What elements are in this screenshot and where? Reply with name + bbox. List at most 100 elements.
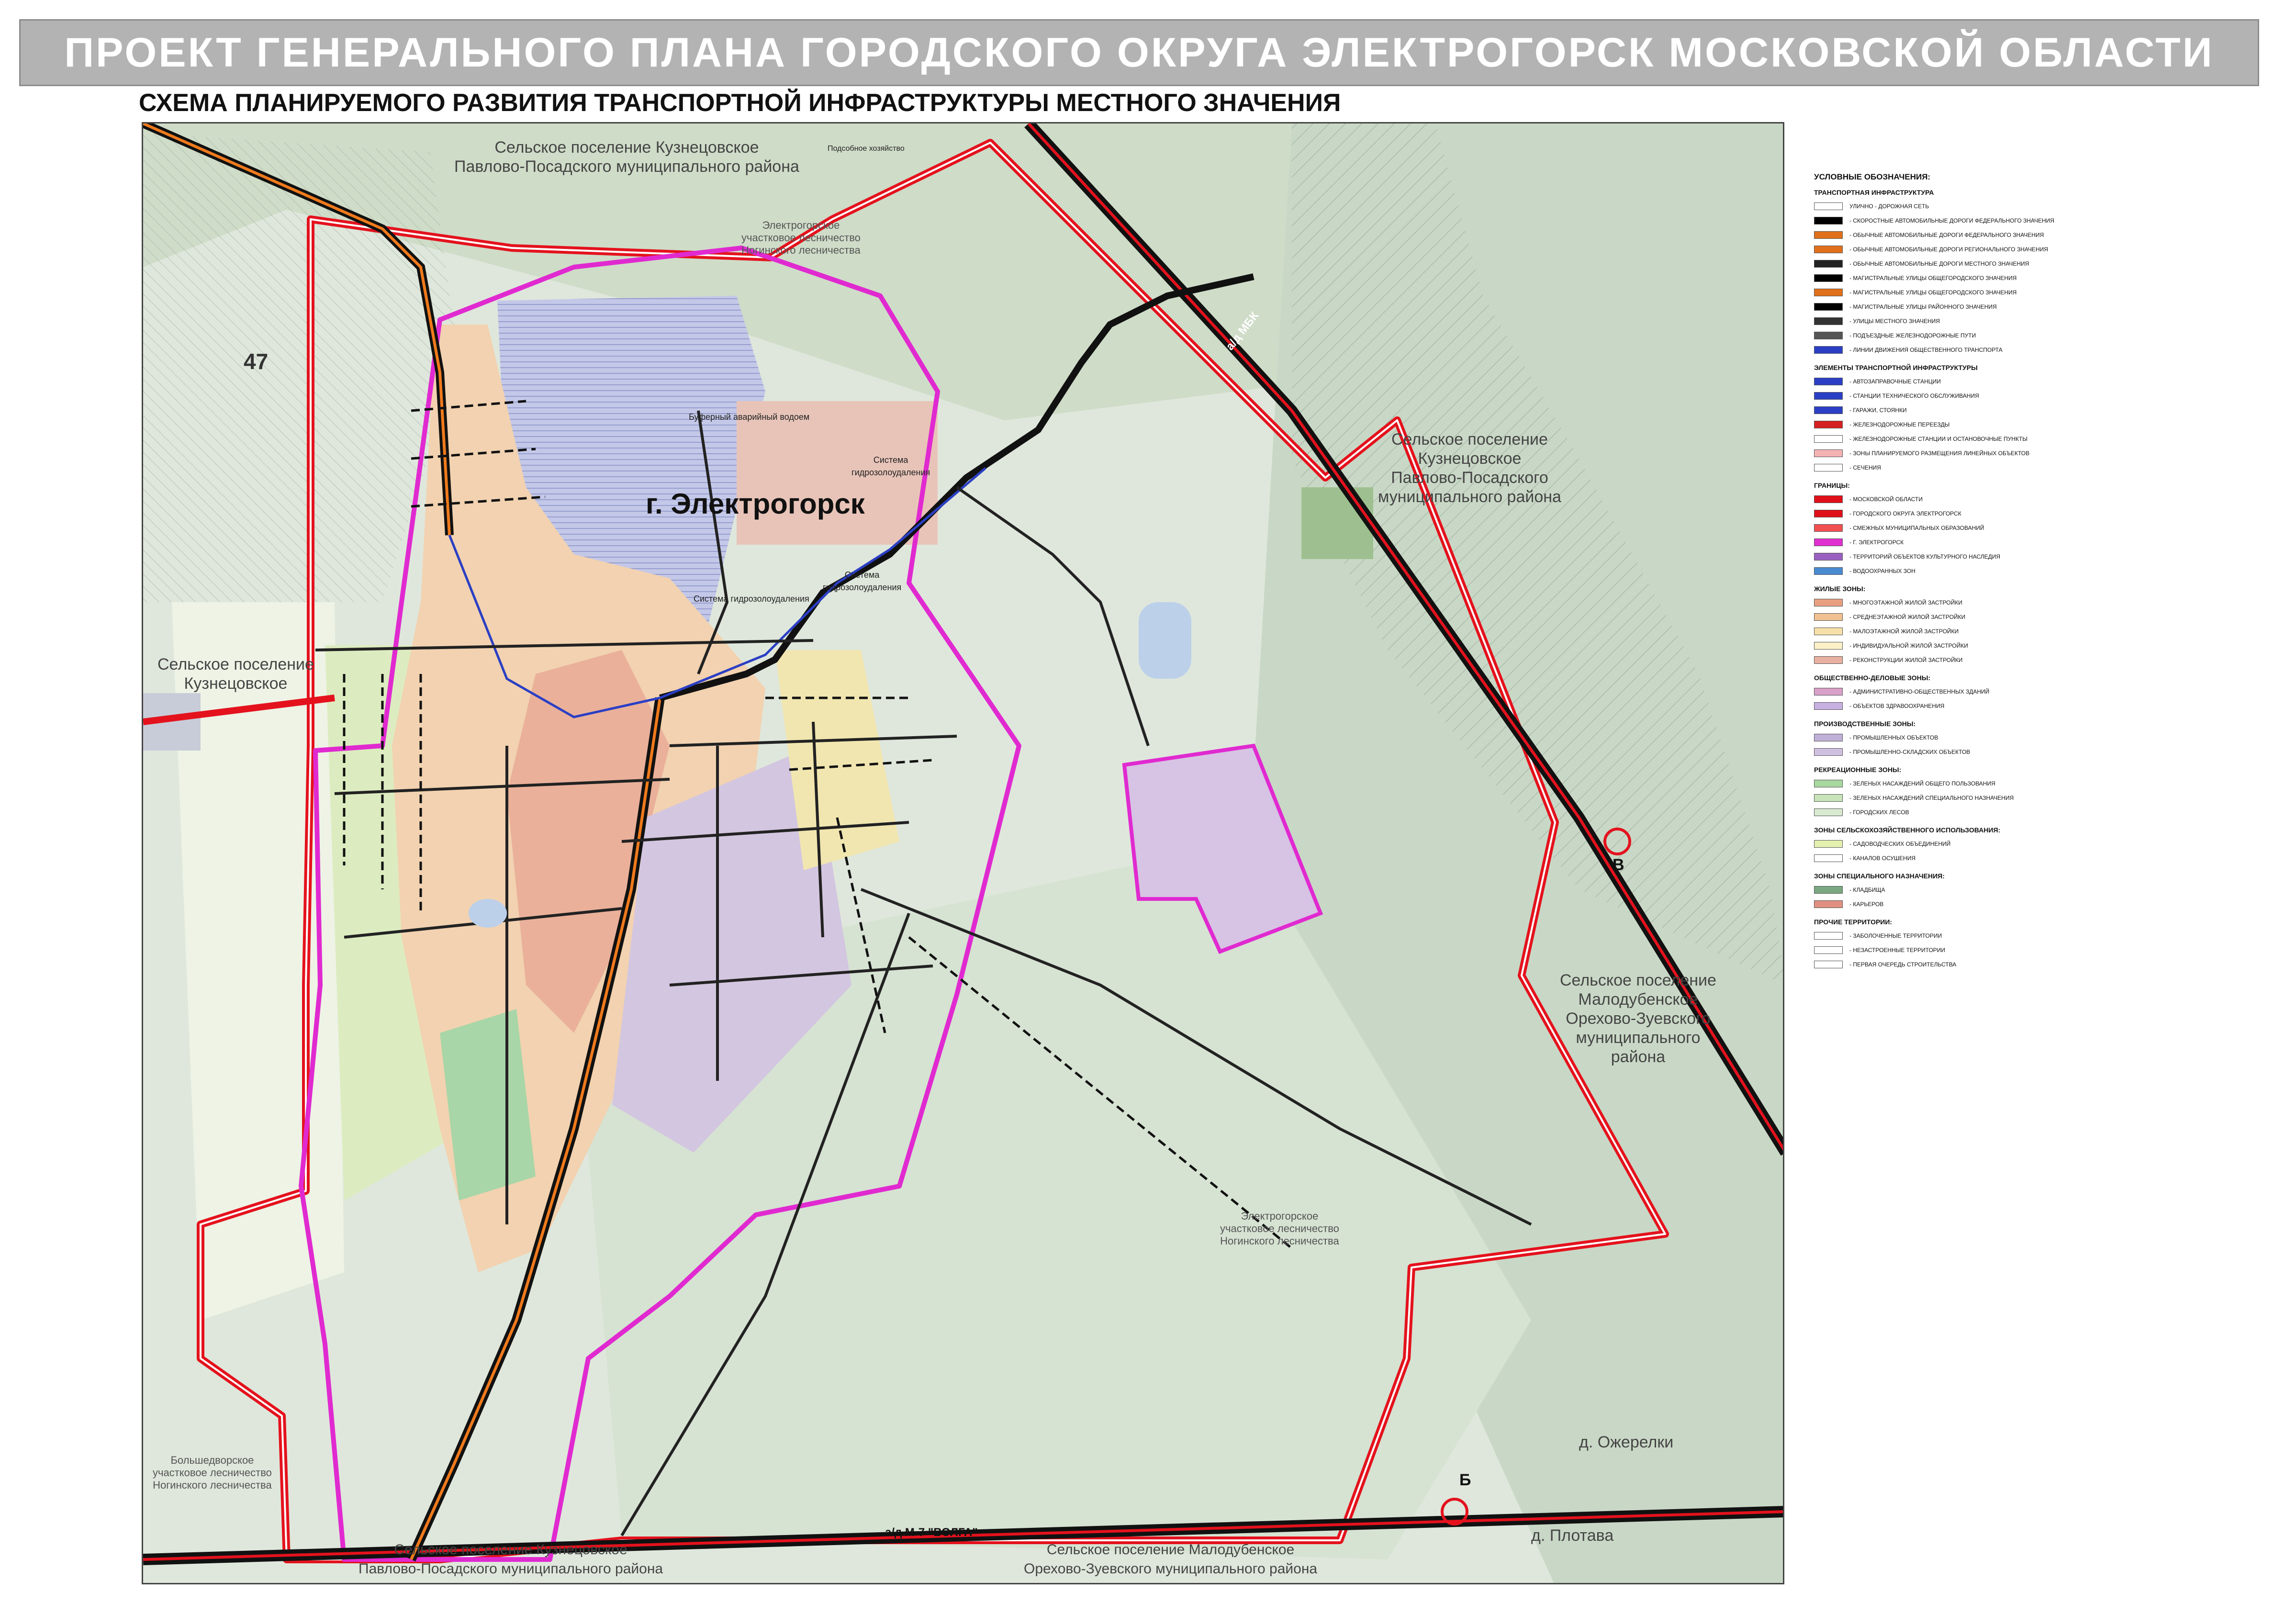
legend-swatch [1814, 599, 1843, 606]
legend-item: - ГАРАЖИ, СТОЯНКИ [1814, 403, 2274, 417]
legend-swatch [1814, 854, 1843, 862]
legend-item: - КАНАЛОВ ОСУШЕНИЯ [1814, 851, 2274, 865]
legend-section-title: ТРАНСПОРТНАЯ ИНФРАСТРУКТУРА [1814, 189, 1934, 196]
legend-item: - ЗЕЛЕНЫХ НАСАЖДЕНИЙ ОБЩЕГО ПОЛЬЗОВАНИЯ [1814, 776, 2274, 791]
label-farm: Подсобное хозяйство [828, 145, 905, 153]
legend-item-label: - ЖЕЛЕЗНОДОРОЖНЫЕ ПЕРЕЕЗДЫ [1849, 421, 1950, 428]
label-ozherelki: д. Ожерелки [1579, 1433, 1674, 1451]
label-malodubenskoe-right: Сельское поселение Малодубенское Орехово… [1560, 971, 1716, 1066]
legend-swatch [1814, 886, 1843, 894]
legend-item: - МАГИСТРАЛЬНЫЕ УЛИЦЫ ОБЩЕГОРОДСКОГО ЗНА… [1814, 271, 2274, 285]
label-hydro-3: Система гидрозолоудаления [823, 570, 902, 592]
legend-item: - УЛИЦЫ МЕСТНОГО ЗНАЧЕНИЯ [1814, 314, 2274, 328]
legend-item-label: - КАНАЛОВ ОСУШЕНИЯ [1849, 855, 1915, 862]
legend-item: - МАГИСТРАЛЬНЫЕ УЛИЦЫ ОБЩЕГОРОДСКОГО ЗНА… [1814, 285, 2274, 300]
legend-item-label: - МАЛОЭТАЖНОЙ ЖИЛОЙ ЗАСТРОЙКИ [1849, 628, 1959, 635]
label-hydro-1: Система гидрозолоудаления [851, 455, 930, 477]
legend-swatch [1814, 421, 1843, 428]
legend-item-label: - ГОРОДСКОГО ОКРУГА ЭЛЕКТРОГОРСК [1849, 510, 1961, 517]
city-label: г. Электрогорск [646, 488, 865, 520]
legend-swatch [1814, 332, 1843, 339]
legend-swatch [1814, 688, 1843, 695]
legend-item: - ПЕРВАЯ ОЧЕРЕДЬ СТРОИТЕЛЬСТВА [1814, 957, 2274, 972]
cemetery-east [1301, 487, 1373, 559]
legend-swatch [1814, 378, 1843, 385]
legend-item-label: - ЛИНИИ ДВИЖЕНИЯ ОБЩЕСТВЕННОГО ТРАНСПОРТ… [1849, 347, 2003, 353]
legend-item-label: - ГОРОДСКИХ ЛЕСОВ [1849, 809, 1909, 816]
legend-swatch [1814, 435, 1843, 443]
legend-item: - ЗОНЫ ПЛАНИРУЕМОГО РАЗМЕЩЕНИЯ ЛИНЕЙНЫХ … [1814, 446, 2274, 460]
legend-item: - НЕЗАСТРОЕННЫЕ ТЕРРИТОРИИ [1814, 943, 2274, 957]
legend-item-label: - ВОДООХРАННЫХ ЗОН [1849, 568, 1915, 574]
legend-swatch [1814, 794, 1843, 802]
legend-item: - АВТОЗАПРАВОЧНЫЕ СТАНЦИИ [1814, 374, 2274, 389]
legend-item: - СМЕЖНЫХ МУНИЦИПАЛЬНЫХ ОБРАЗОВАНИЙ [1814, 521, 2274, 535]
legend-section-title: ЭЛЕМЕНТЫ ТРАНСПОРТНОЙ ИНФРАСТРУКТУРЫ [1814, 364, 1978, 371]
legend-item-label: - ОБЪЕКТОВ ЗДРАВООХРАНЕНИЯ [1849, 703, 1945, 709]
legend-swatch [1814, 524, 1843, 532]
legend-item-label: - ЗАБОЛОЧЕННЫЕ ТЕРРИТОРИИ [1849, 932, 1942, 939]
legend-item-label: - ПОДЪЕЗДНЫЕ ЖЕЛЕЗНОДОРОЖНЫЕ ПУТИ [1849, 332, 1976, 339]
legend: УСЛОВНЫЕ ОБОЗНАЧЕНИЯ: ТРАНСПОРТНАЯ ИНФРА… [1814, 172, 2274, 1465]
page-title: ПРОЕКТ ГЕНЕРАЛЬНОГО ПЛАНА ГОРОДСКОГО ОКР… [64, 29, 2214, 76]
legend-section-title: ГРАНИЦЫ: [1814, 482, 1850, 489]
legend-item: - ОБЫЧНЫЕ АВТОМОБИЛЬНЫЕ ДОРОГИ МЕСТНОГО … [1814, 257, 2274, 271]
map-canvas[interactable] [143, 123, 1784, 1584]
legend-swatch [1814, 702, 1843, 710]
legend-item-label: - МАГИСТРАЛЬНЫЕ УЛИЦЫ ОБЩЕГОРОДСКОГО ЗНА… [1849, 275, 2017, 281]
legend-item: - МАЛОЭТАЖНОЙ ЖИЛОЙ ЗАСТРОЙКИ [1814, 624, 2274, 639]
legend-swatch [1814, 346, 1843, 354]
legend-item-label: УЛИЧНО - ДОРОЖНАЯ СЕТЬ [1849, 203, 1929, 210]
legend-item-label: - ЗОНЫ ПЛАНИРУЕМОГО РАЗМЕЩЕНИЯ ЛИНЕЙНЫХ … [1849, 450, 2030, 457]
label-kuznetsovskoe-left: Сельское поселение Кузнецовское [157, 655, 314, 693]
map-frame[interactable]: 47 г. Электрогорск Сельское поселение Ку… [142, 122, 1784, 1584]
legend-item-label: - ОБЫЧНЫЕ АВТОМОБИЛЬНЫЕ ДОРОГИ ФЕДЕРАЛЬН… [1849, 232, 2044, 238]
legend-section-title: РЕКРЕАЦИОННЫЕ ЗОНЫ: [1814, 766, 1902, 774]
legend-item-label: - АДМИНИСТРАТИВНО-ОБЩЕСТВЕННЫХ ЗДАНИЙ [1849, 688, 1990, 695]
legend-item-label: - Г. ЭЛЕКТРОГОРСК [1849, 539, 1904, 546]
legend-swatch [1814, 656, 1843, 664]
legend-item: - ЗЕЛЕНЫХ НАСАЖДЕНИЙ СПЕЦИАЛЬНОГО НАЗНАЧ… [1814, 791, 2274, 805]
legend-item: - ЖЕЛЕЗНОДОРОЖНЫЕ СТАНЦИИ И ОСТАНОВОЧНЫЕ… [1814, 432, 2274, 446]
legend-section-title: ПРОЧИЕ ТЕРРИТОРИИ: [1814, 918, 1893, 926]
label-buffer-reservoir: Буферный аварийный водоем [689, 412, 810, 422]
legend-item-label: - РЕКОНСТРУКЦИИ ЖИЛОЙ ЗАСТРОЙКИ [1849, 657, 1963, 663]
legend-item: - ПОДЪЕЗДНЫЕ ЖЕЛЕЗНОДОРОЖНЫЕ ПУТИ [1814, 328, 2274, 343]
legend-item: - ЗАБОЛОЧЕННЫЕ ТЕРРИТОРИИ [1814, 929, 2274, 943]
legend-swatch [1814, 289, 1843, 296]
label-plotava: д. Плотава [1531, 1526, 1614, 1545]
legend-item-label: - ПРОМЫШЛЕННЫХ ОБЪЕКТОВ [1849, 734, 1938, 741]
legend-item-label: - МАГИСТРАЛЬНЫЕ УЛИЦЫ ОБЩЕГОРОДСКОГО ЗНА… [1849, 289, 2017, 296]
legend-item: - ЖЕЛЕЗНОДОРОЖНЫЕ ПЕРЕЕЗДЫ [1814, 417, 2274, 432]
legend-item-label: - МНОГОЭТАЖНОЙ ЖИЛОЙ ЗАСТРОЙКИ [1849, 599, 1962, 606]
legend-section-title: ОБЩЕСТВЕННО-ДЕЛОВЫЕ ЗОНЫ: [1814, 674, 1931, 682]
legend-swatch [1814, 246, 1843, 253]
legend-item: - ОБЪЕКТОВ ЗДРАВООХРАНЕНИЯ [1814, 699, 2274, 713]
legend-swatch [1814, 613, 1843, 621]
title-banner: ПРОЕКТ ГЕНЕРАЛЬНОГО ПЛАНА ГОРОДСКОГО ОКР… [19, 19, 2259, 86]
legend-swatch [1814, 217, 1843, 224]
legend-item-label: - ЗЕЛЕНЫХ НАСАЖДЕНИЙ ОБЩЕГО ПОЛЬЗОВАНИЯ [1849, 780, 1995, 787]
legend-item-label: - ОБЫЧНЫЕ АВТОМОБИЛЬНЫЕ ДОРОГИ МЕСТНОГО … [1849, 260, 2029, 267]
legend-item: - ПРОМЫШЛЕННЫХ ОБЪЕКТОВ [1814, 730, 2274, 745]
label-kuznetsovskoe-bottom: Сельское поселение Кузнецовское Павлово-… [358, 1542, 663, 1577]
label-forestry-top: Электрогорское участковое лесничество Но… [741, 219, 861, 256]
legend-title: УСЛОВНЫЕ ОБОЗНАЧЕНИЯ: [1814, 172, 1931, 181]
legend-item-label: - НЕЗАСТРОЕННЫЕ ТЕРРИТОРИИ [1849, 947, 1946, 953]
legend-item-label: - КАРЬЕРОВ [1849, 901, 1884, 908]
legend-swatch [1814, 808, 1843, 816]
zone-number-47: 47 [244, 349, 269, 374]
legend-swatch [1814, 734, 1843, 741]
label-malodubenskoe-bottom: Сельское поселение Малодубенское Орехово… [1024, 1542, 1318, 1577]
legend-item: - ОБЫЧНЫЕ АВТОМОБИЛЬНЫЕ ДОРОГИ РЕГИОНАЛЬ… [1814, 242, 2274, 257]
legend-body: ТРАНСПОРТНАЯ ИНФРАСТРУКТУРА УЛИЧНО - ДОРО… [1814, 189, 2274, 972]
legend-item: - ГОРОДСКОГО ОКРУГА ЭЛЕКТРОГОРСК [1814, 506, 2274, 521]
legend-item-label: - КЛАДБИЩА [1849, 886, 1885, 893]
legend-item: - САДОВОДЧЕСКИХ ОБЪЕДИНЕНИЙ [1814, 837, 2274, 851]
legend-item-label: - ПЕРВАЯ ОЧЕРЕДЬ СТРОИТЕЛЬСТВА [1849, 961, 1957, 968]
legend-item: - ГОРОДСКИХ ЛЕСОВ [1814, 805, 2274, 819]
legend-item: - ПРОМЫШЛЕННО-СКЛАДСКИХ ОБЪЕКТОВ [1814, 745, 2274, 759]
legend-item-label: - АВТОЗАПРАВОЧНЫЕ СТАНЦИИ [1849, 378, 1941, 385]
legend-item: - КЛАДБИЩА [1814, 883, 2274, 897]
legend-swatch [1814, 628, 1843, 635]
